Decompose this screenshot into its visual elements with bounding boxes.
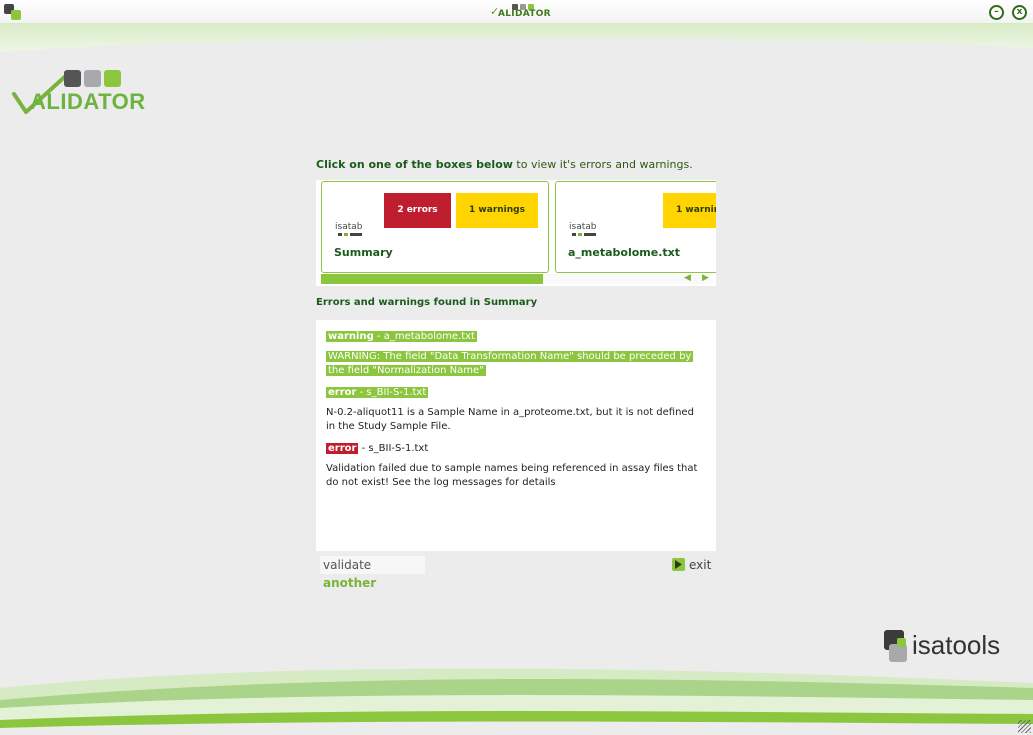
validate-prefix: validate [323, 558, 372, 572]
cards-scrollbar[interactable] [321, 274, 711, 284]
scroll-left-icon[interactable]: ◀ [684, 273, 691, 283]
message-file: - s_BII-S-1.txt [358, 443, 429, 454]
scroll-right-icon[interactable]: ▶ [702, 273, 709, 283]
isatab-logo-dots [338, 233, 362, 236]
logo-text: ALIDATOR [30, 89, 146, 114]
file-card-summary[interactable]: 2 errors 1 warnings isatab Summary [321, 181, 549, 273]
logo-square-dark [64, 70, 81, 87]
message-text: N-0.2-aliquot11 is a Sample Name in a_pr… [326, 407, 694, 432]
message-file: - a_metabolome.txt [373, 331, 475, 342]
isatab-logo-dots [572, 233, 596, 236]
app-icon[interactable] [4, 4, 22, 20]
title-validator-logo: ✓ ALIDATOR [490, 3, 551, 21]
message-text: WARNING: The field "Data Transformation … [326, 350, 706, 378]
message-label-highlight: error [326, 443, 359, 454]
minimize-button[interactable]: – [989, 5, 1004, 20]
message-type: warning [328, 331, 374, 342]
message-header: error - s_BII-S-1.txt [326, 386, 706, 400]
warnings-badge: 1 warnings [663, 193, 716, 228]
message-body: WARNING: The field "Data Transformation … [326, 351, 694, 376]
errors-heading: Errors and warnings found in Summary [316, 297, 538, 308]
validator-logo: ALIDATOR [10, 62, 170, 114]
title-logo-text: ALIDATOR [498, 9, 551, 19]
message-file: - s_BII-S-1.txt [356, 387, 427, 398]
cards-scrollbar-thumb[interactable] [321, 274, 543, 284]
message-text: Validation failed due to sample names be… [326, 463, 698, 488]
isatab-logo-text: isatab [569, 222, 597, 232]
exit-icon [672, 558, 685, 571]
validate-another-button[interactable]: validate another [320, 556, 425, 590]
isatools-square-green [897, 638, 906, 647]
message-label-highlight: error - s_BII-S-1.txt [326, 387, 429, 398]
instruction-bold: Click on one of the boxes below [316, 158, 513, 171]
isatab-logo: isatab [569, 222, 597, 236]
message-type: error [328, 443, 357, 454]
message-header: warning - a_metabolome.txt [326, 330, 706, 344]
file-card-metabolome[interactable]: 1 warnings isatab a_metabolome.txt [555, 181, 716, 273]
exit-button[interactable]: exit [670, 556, 716, 574]
bottom-wave-graphic [0, 668, 1033, 735]
isatab-logo: isatab [335, 222, 363, 236]
logo-square-grey [84, 70, 101, 87]
instruction-text: Click on one of the boxes below to view … [316, 158, 693, 171]
errors-badge: 2 errors [384, 193, 451, 228]
messages-panel: warning - a_metabolome.txt WARNING: The … [316, 320, 716, 551]
exit-label: exit [689, 558, 712, 572]
logo-square-green [104, 70, 121, 87]
file-cards-strip: 2 errors 1 warnings isatab Summary 1 war… [316, 180, 716, 286]
warnings-badge: 1 warnings [456, 193, 538, 228]
message-label-highlight: warning - a_metabolome.txt [326, 331, 477, 342]
card-title: a_metabolome.txt [568, 246, 680, 259]
bottom-swoosh-decoration [0, 648, 1033, 735]
app-icon-square-green [11, 10, 21, 20]
instruction-rest: to view it's errors and warnings. [512, 158, 693, 171]
resize-grip-icon[interactable] [1018, 720, 1031, 733]
validate-accent: another [323, 576, 377, 590]
message-type: error [328, 387, 357, 398]
message-header: error - s_BII-S-1.txt [326, 442, 706, 456]
title-bar: ✓ ALIDATOR – x [0, 0, 1033, 24]
close-button[interactable]: x [1012, 5, 1027, 20]
isatab-logo-text: isatab [335, 222, 363, 232]
card-title: Summary [334, 246, 393, 259]
